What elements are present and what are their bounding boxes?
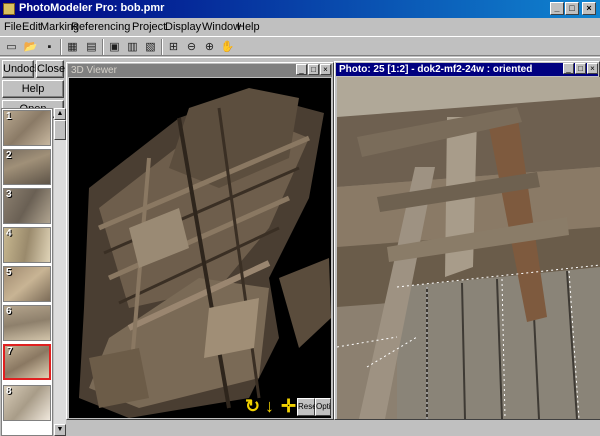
- rotate-icon[interactable]: ↻: [245, 396, 260, 417]
- photo-thumbnail[interactable]: 6: [3, 305, 51, 341]
- photo-thumbnail[interactable]: 5: [3, 266, 51, 302]
- zoom-fit-icon[interactable]: ⊞: [165, 39, 182, 55]
- photo-thumbnail[interactable]: 1: [3, 110, 51, 146]
- photo-thumbnail-selected[interactable]: 7: [3, 344, 51, 380]
- zoom-in-icon[interactable]: ⊕: [201, 39, 218, 55]
- viewer3d-minimize-button[interactable]: _: [296, 64, 307, 75]
- photo-canvas[interactable]: [337, 77, 600, 419]
- save-icon[interactable]: ▪: [41, 39, 58, 55]
- viewer3d-title: 3D Viewer: [71, 65, 117, 76]
- photo-window: Photo: 25 [1:2] - dok2-mf2-24w : oriente…: [334, 61, 600, 420]
- app-icon[interactable]: [3, 3, 15, 15]
- photo-thumbnail-list[interactable]: 1 2 3 4 5 6 7 8: [1, 108, 53, 436]
- menu-bar: File Edit Marking Referencing Project Di…: [0, 18, 600, 36]
- photo-thumbnail[interactable]: 2: [3, 149, 51, 185]
- shipwreck-photo: [337, 77, 600, 419]
- menu-window[interactable]: Window: [202, 21, 241, 33]
- close-panel-button[interactable]: Close: [36, 60, 65, 78]
- scroll-thumb[interactable]: [54, 120, 66, 140]
- menu-project[interactable]: Project: [132, 21, 166, 33]
- zoom-out-icon[interactable]: ⊖: [183, 39, 200, 55]
- table-view-icon[interactable]: ▦: [64, 39, 81, 55]
- tile-windows-icon[interactable]: ▥: [124, 39, 141, 55]
- minimize-button[interactable]: _: [550, 2, 564, 15]
- photo-minimize-button[interactable]: _: [563, 63, 574, 74]
- viewer3d-titlebar: 3D Viewer: [68, 64, 332, 77]
- close-window-button[interactable]: ×: [582, 2, 596, 15]
- shipwreck-3d-model: [79, 88, 331, 418]
- menu-help[interactable]: Help: [237, 21, 260, 33]
- thumbnail-scrollbar[interactable]: ▲ ▼: [54, 108, 66, 436]
- undock-button[interactable]: Undock: [2, 60, 40, 78]
- open-folder-icon[interactable]: 📂: [22, 39, 39, 55]
- cascade-windows-icon[interactable]: ▧: [142, 39, 159, 55]
- menu-file[interactable]: File: [4, 21, 22, 33]
- options-button[interactable]: Options: [315, 398, 331, 416]
- move-all-arrow-icon[interactable]: ✛: [281, 396, 296, 417]
- menu-edit[interactable]: Edit: [22, 21, 41, 33]
- menu-referencing[interactable]: Referencing: [71, 21, 130, 33]
- maximize-button[interactable]: □: [565, 2, 579, 15]
- menu-display[interactable]: Display: [165, 21, 201, 33]
- photo-title: Photo: 25 [1:2] - dok2-mf2-24w : oriente…: [339, 64, 533, 75]
- app-title: PhotoModeler Pro: bob.pmr: [19, 2, 165, 14]
- photo-thumbnail[interactable]: 4: [3, 227, 51, 263]
- viewer3d-window: 3D Viewer _ □ × ↻ ↓ ✛ Reset Options: [66, 62, 334, 420]
- reset-view-button[interactable]: Reset: [297, 398, 319, 416]
- photo-window-icon[interactable]: ▣: [106, 39, 123, 55]
- new-file-icon[interactable]: ▭: [3, 39, 20, 55]
- photo-maximize-button[interactable]: □: [575, 63, 586, 74]
- pan-hand-icon[interactable]: ✋: [219, 39, 236, 55]
- viewer3d-close-button[interactable]: ×: [320, 64, 331, 75]
- photo-close-button[interactable]: ×: [587, 63, 598, 74]
- properties-icon[interactable]: ▤: [83, 39, 100, 55]
- photo-thumbnail[interactable]: 8: [3, 385, 51, 421]
- viewer3d-maximize-button[interactable]: □: [308, 64, 319, 75]
- help-button[interactable]: Help: [2, 80, 64, 98]
- move-down-arrow-icon[interactable]: ↓: [265, 396, 274, 417]
- scroll-up-arrow-icon[interactable]: ▲: [54, 108, 66, 120]
- photo-thumbnail[interactable]: 3: [3, 188, 51, 224]
- toolbar-main: ▭ 📂 ▪ ▦ ▤ ▣ ▥ ▧ ⊞ ⊖ ⊕ ✋: [0, 36, 600, 56]
- viewer3d-canvas[interactable]: ↻ ↓ ✛ Reset Options: [69, 78, 331, 418]
- app-titlebar: PhotoModeler Pro: bob.pmr _ □ ×: [0, 0, 600, 18]
- photo-titlebar: Photo: 25 [1:2] - dok2-mf2-24w : oriente…: [336, 63, 598, 76]
- scroll-down-arrow-icon[interactable]: ▼: [54, 424, 66, 436]
